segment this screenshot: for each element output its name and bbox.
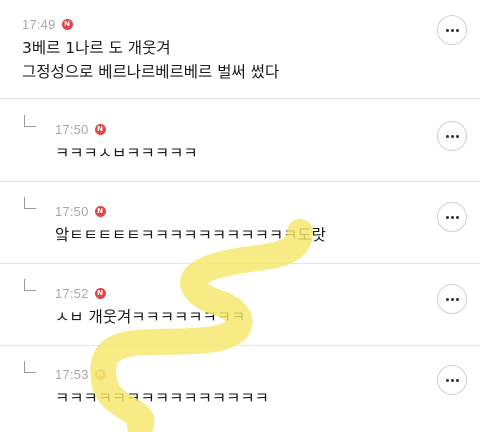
comment-meta: 17:50 N xyxy=(55,119,106,139)
reply-item: 17:52 N ㅅㅂ 개웃겨ㅋㅋㅋㅋㅋㅋㅋㅋ xyxy=(0,264,480,345)
more-options-icon[interactable] xyxy=(437,202,467,232)
timestamp: 17:52 xyxy=(55,285,89,301)
reply-text: 앜ㅌㅌㅌㅌㅌㅋㅋㅋㅋㅋㅋㅋㅋㅋㅋㅋ도랏 xyxy=(55,226,326,244)
comment-meta: 17:52 N xyxy=(55,283,106,303)
timestamp: 17:50 xyxy=(55,203,89,219)
more-options-icon[interactable] xyxy=(437,121,467,151)
timestamp: 17:50 xyxy=(55,121,89,137)
more-options-icon[interactable] xyxy=(437,365,467,395)
reply-indent-icon xyxy=(24,115,36,127)
comment-meta: 17:53 N xyxy=(55,364,106,384)
reply-indent-icon xyxy=(24,361,36,373)
new-badge-icon: N xyxy=(94,123,106,135)
reply-indent-icon xyxy=(24,279,36,291)
reply-indent-icon xyxy=(24,197,36,209)
new-badge-icon: N xyxy=(94,287,106,299)
new-badge-icon: N xyxy=(94,368,106,380)
more-options-icon[interactable] xyxy=(437,15,467,45)
new-badge-icon: N xyxy=(61,18,73,30)
reply-text: ㅋㅋㅋㅋㅋㅋㅋㅋㅋㅋㅋㅋㅋㅋㅋ xyxy=(55,389,269,407)
timestamp: 17:53 xyxy=(55,366,89,382)
comment-thread: 17:49 N 3베르 1나르 도 개웃겨 그정성으로 베르나르베르베르 벌써 … xyxy=(0,0,480,432)
more-options-icon[interactable] xyxy=(437,284,467,314)
reply-text: ㅅㅂ 개웃겨ㅋㅋㅋㅋㅋㅋㅋㅋ xyxy=(55,308,246,326)
timestamp: 17:49 xyxy=(22,16,56,32)
reply-text: ㅋㅋㅋㅅㅂㅋㅋㅋㅋㅋ xyxy=(55,144,198,162)
comment-item: 17:49 N 3베르 1나르 도 개웃겨 그정성으로 베르나르베르베르 벌써 … xyxy=(0,0,480,98)
new-badge-icon: N xyxy=(94,205,106,217)
reply-item: 17:50 N 앜ㅌㅌㅌㅌㅌㅋㅋㅋㅋㅋㅋㅋㅋㅋㅋㅋ도랏 xyxy=(0,182,480,263)
reply-item: 17:50 N ㅋㅋㅋㅅㅂㅋㅋㅋㅋㅋ xyxy=(0,99,480,181)
comment-text-line: 그정성으로 베르나르베르베르 벌써 썼다 xyxy=(22,63,280,81)
comment-text-line: 3베르 1나르 도 개웃겨 xyxy=(22,39,171,57)
comment-meta: 17:49 N xyxy=(22,14,73,34)
comment-meta: 17:50 N xyxy=(55,201,106,221)
reply-item: 17:53 N ㅋㅋㅋㅋㅋㅋㅋㅋㅋㅋㅋㅋㅋㅋㅋ xyxy=(0,346,480,432)
